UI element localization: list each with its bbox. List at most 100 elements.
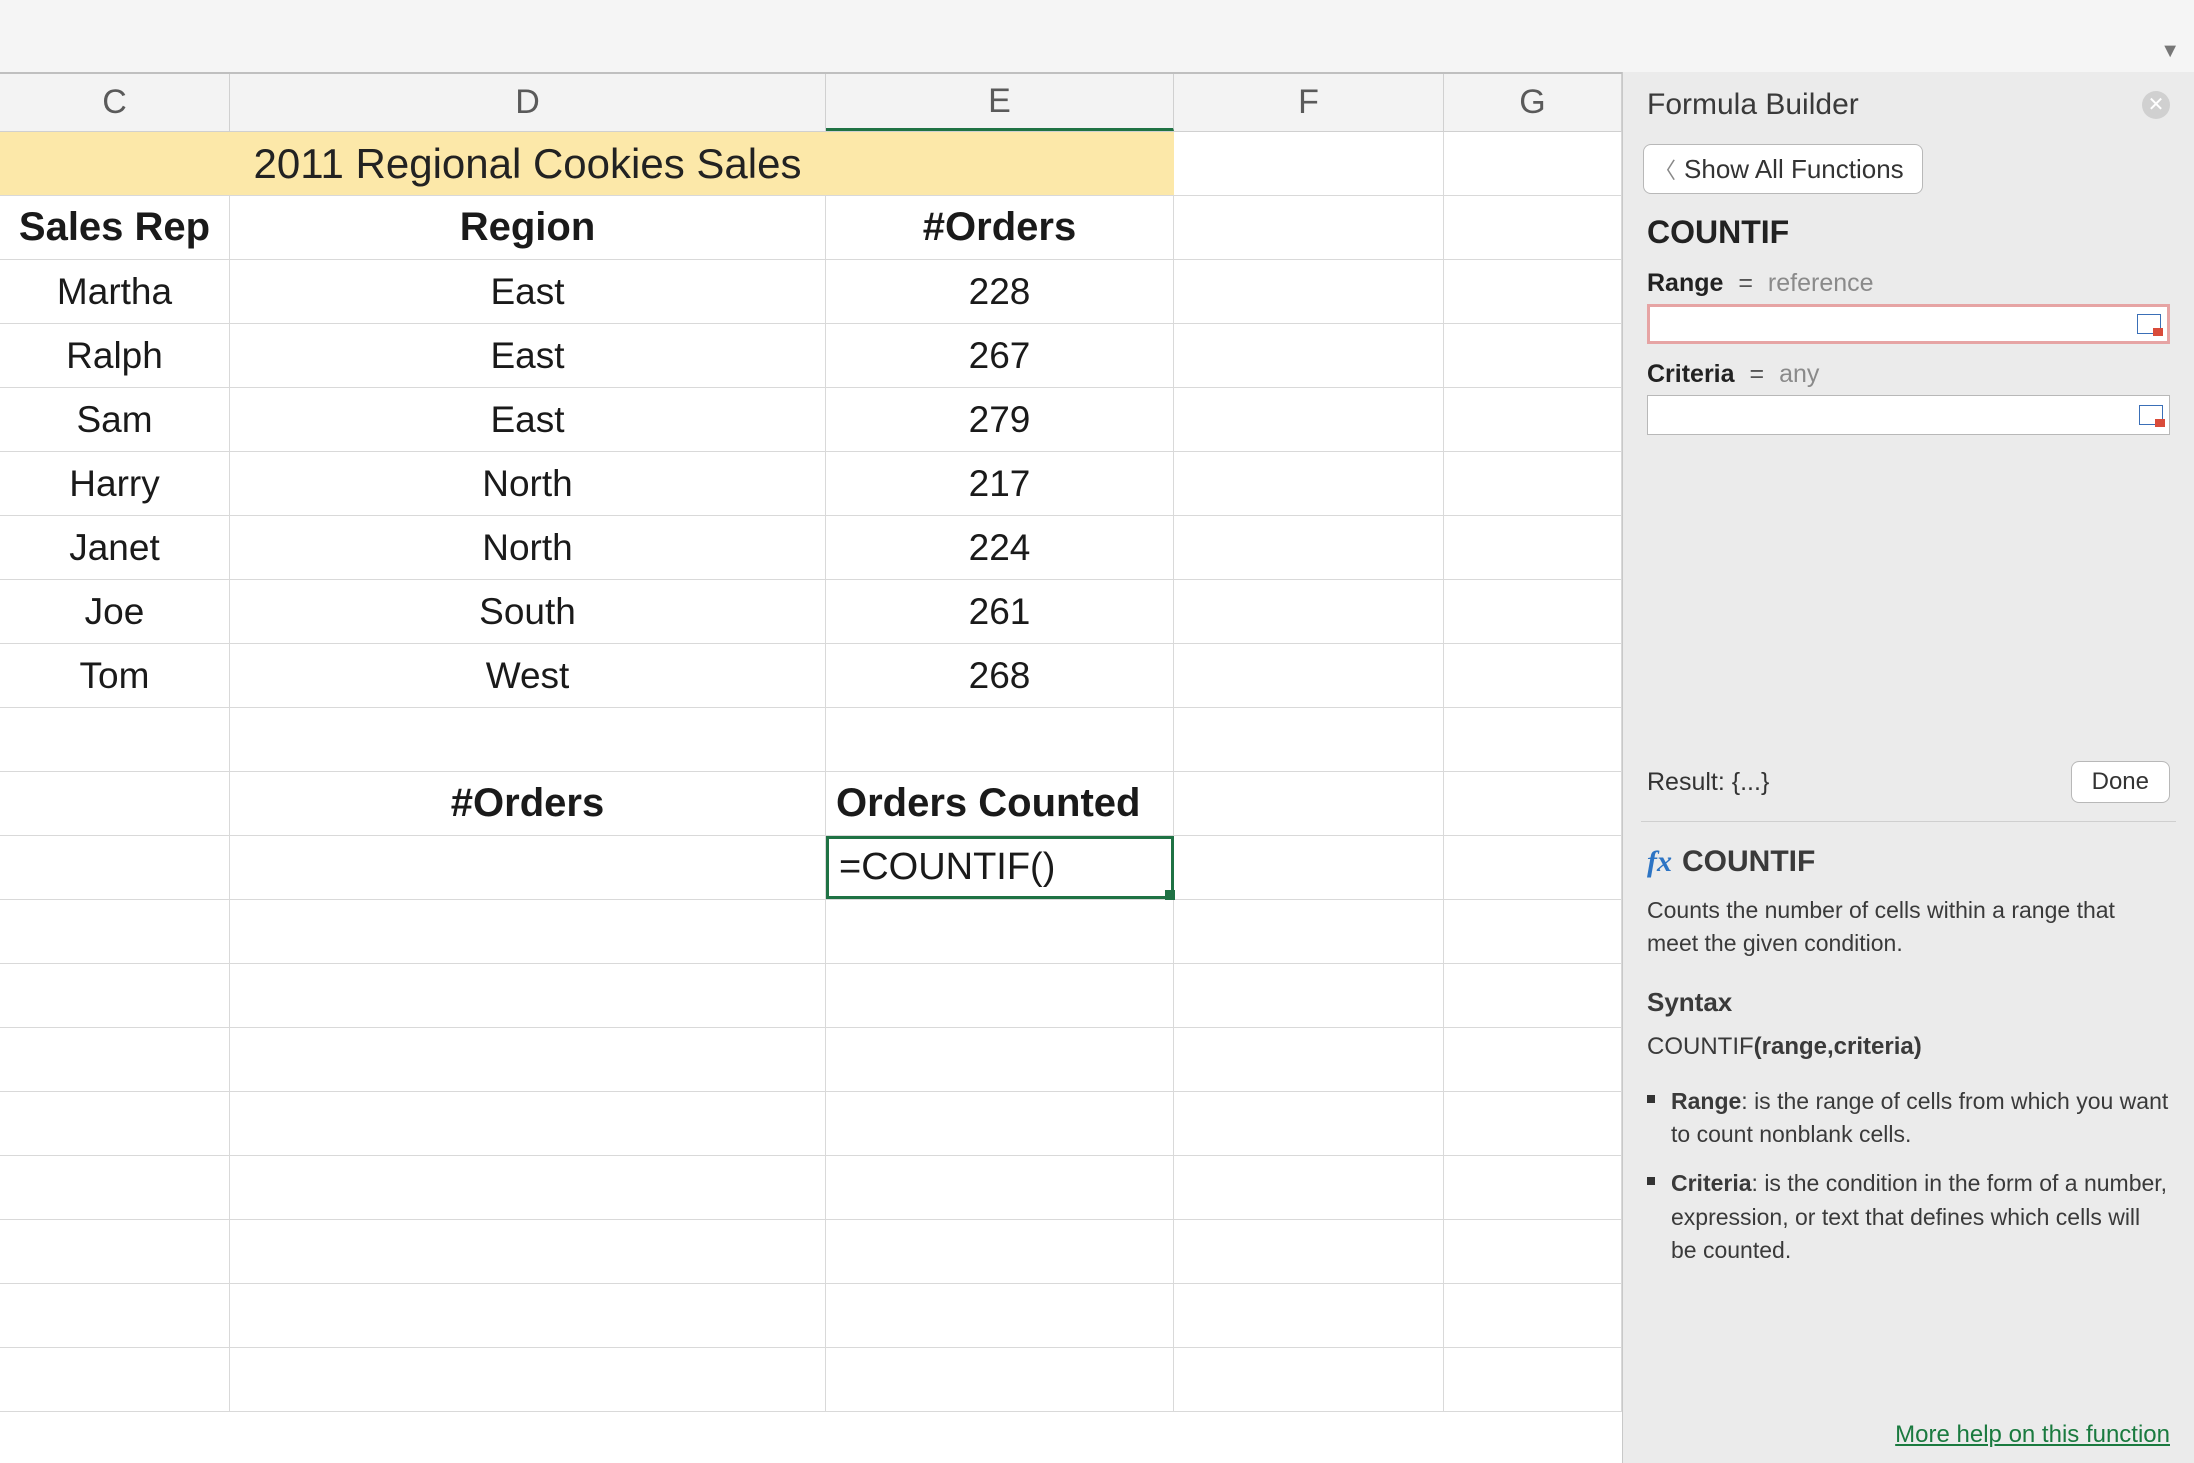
cell[interactable] (826, 1348, 1174, 1411)
cell[interactable] (826, 132, 1174, 195)
cell-rep[interactable]: Harry (0, 452, 230, 515)
cell[interactable] (1444, 900, 1622, 963)
cell[interactable] (1174, 388, 1444, 451)
cell[interactable] (230, 708, 826, 771)
cell[interactable] (1174, 580, 1444, 643)
cell-orders[interactable]: 261 (826, 580, 1174, 643)
cell[interactable] (0, 900, 230, 963)
cell[interactable] (230, 1028, 826, 1091)
cell[interactable] (1444, 516, 1622, 579)
cell-orders[interactable]: 279 (826, 388, 1174, 451)
cell-orders[interactable]: 268 (826, 644, 1174, 707)
cell[interactable] (1444, 1284, 1622, 1347)
cell[interactable] (1174, 1028, 1444, 1091)
cell-region[interactable]: South (230, 580, 826, 643)
cell-region[interactable]: East (230, 324, 826, 387)
cell[interactable] (1444, 964, 1622, 1027)
cell-rep[interactable]: Tom (0, 644, 230, 707)
cell[interactable] (230, 1348, 826, 1411)
cell[interactable] (1174, 836, 1444, 899)
cell[interactable] (1444, 644, 1622, 707)
cell[interactable] (1444, 196, 1622, 259)
cell[interactable] (0, 708, 230, 771)
col-header-d[interactable]: D (230, 74, 826, 131)
cell[interactable] (1444, 260, 1622, 323)
title-cell[interactable]: 2011 Regional Cookies Sales (230, 132, 826, 195)
header-region[interactable]: Region (230, 196, 826, 259)
cell-rep[interactable]: Janet (0, 516, 230, 579)
cell-rep[interactable]: Martha (0, 260, 230, 323)
cell[interactable] (1174, 964, 1444, 1027)
cell[interactable] (1174, 1284, 1444, 1347)
cell[interactable] (1444, 1220, 1622, 1283)
cell[interactable] (1444, 708, 1622, 771)
cell-orders[interactable]: 224 (826, 516, 1174, 579)
cell[interactable] (1444, 388, 1622, 451)
cell[interactable] (826, 1156, 1174, 1219)
cell[interactable] (1174, 900, 1444, 963)
cell[interactable] (1444, 772, 1622, 835)
cell[interactable] (1174, 772, 1444, 835)
cell[interactable] (1174, 324, 1444, 387)
cell[interactable] (230, 836, 826, 899)
cell[interactable] (1174, 644, 1444, 707)
close-icon[interactable]: ✕ (2142, 91, 2170, 119)
cell[interactable] (1444, 1156, 1622, 1219)
cell[interactable] (826, 1284, 1174, 1347)
cell[interactable] (826, 708, 1174, 771)
cell[interactable] (0, 1156, 230, 1219)
cell-orders[interactable]: 217 (826, 452, 1174, 515)
cell[interactable] (826, 1028, 1174, 1091)
cell-orders[interactable]: 267 (826, 324, 1174, 387)
range-picker-icon[interactable] (2139, 405, 2163, 425)
cell-rep[interactable]: Sam (0, 388, 230, 451)
done-button[interactable]: Done (2071, 761, 2170, 803)
cell[interactable] (1444, 1348, 1622, 1411)
cell[interactable] (1174, 1220, 1444, 1283)
cell[interactable] (826, 1092, 1174, 1155)
cell[interactable] (0, 772, 230, 835)
cell[interactable] (0, 1092, 230, 1155)
cell[interactable] (826, 1220, 1174, 1283)
cell[interactable] (826, 900, 1174, 963)
cell[interactable] (0, 1284, 230, 1347)
cell-region[interactable]: East (230, 260, 826, 323)
col-header-f[interactable]: F (1174, 74, 1444, 131)
summary-counted-label[interactable]: Orders Counted (826, 772, 1174, 835)
col-header-g[interactable]: G (1444, 74, 1622, 131)
cell-rep[interactable]: Ralph (0, 324, 230, 387)
cell[interactable] (1174, 452, 1444, 515)
cell[interactable] (1444, 1092, 1622, 1155)
cell[interactable] (230, 1092, 826, 1155)
cell-region[interactable]: North (230, 452, 826, 515)
cell[interactable] (1444, 580, 1622, 643)
cell[interactable] (0, 132, 230, 195)
cell[interactable] (1174, 708, 1444, 771)
more-help-link[interactable]: More help on this function (1895, 1421, 2170, 1449)
col-header-e[interactable]: E (826, 74, 1174, 131)
cell-region[interactable]: North (230, 516, 826, 579)
cell[interactable] (0, 1220, 230, 1283)
cell[interactable] (1444, 452, 1622, 515)
cell-region[interactable]: West (230, 644, 826, 707)
col-header-c[interactable]: C (0, 74, 230, 131)
range-picker-icon[interactable] (2137, 314, 2161, 334)
cell-rep[interactable]: Joe (0, 580, 230, 643)
cell-orders[interactable]: 228 (826, 260, 1174, 323)
header-orders[interactable]: #Orders (826, 196, 1174, 259)
arg-range-input[interactable] (1656, 307, 2137, 341)
ribbon-collapse-caret[interactable]: ▼ (2160, 40, 2180, 63)
cell[interactable] (1444, 1028, 1622, 1091)
cell[interactable] (826, 964, 1174, 1027)
cell[interactable] (1444, 132, 1622, 195)
cell[interactable] (230, 900, 826, 963)
cell[interactable] (1174, 1156, 1444, 1219)
arg-criteria-input[interactable] (1654, 396, 2139, 434)
cell[interactable] (1174, 260, 1444, 323)
cell[interactable] (1444, 324, 1622, 387)
show-all-functions-button[interactable]: 〈 Show All Functions (1643, 144, 1923, 194)
cell[interactable] (1174, 1092, 1444, 1155)
cell[interactable] (230, 964, 826, 1027)
header-sales-rep[interactable]: Sales Rep (0, 196, 230, 259)
cell[interactable] (1174, 1348, 1444, 1411)
